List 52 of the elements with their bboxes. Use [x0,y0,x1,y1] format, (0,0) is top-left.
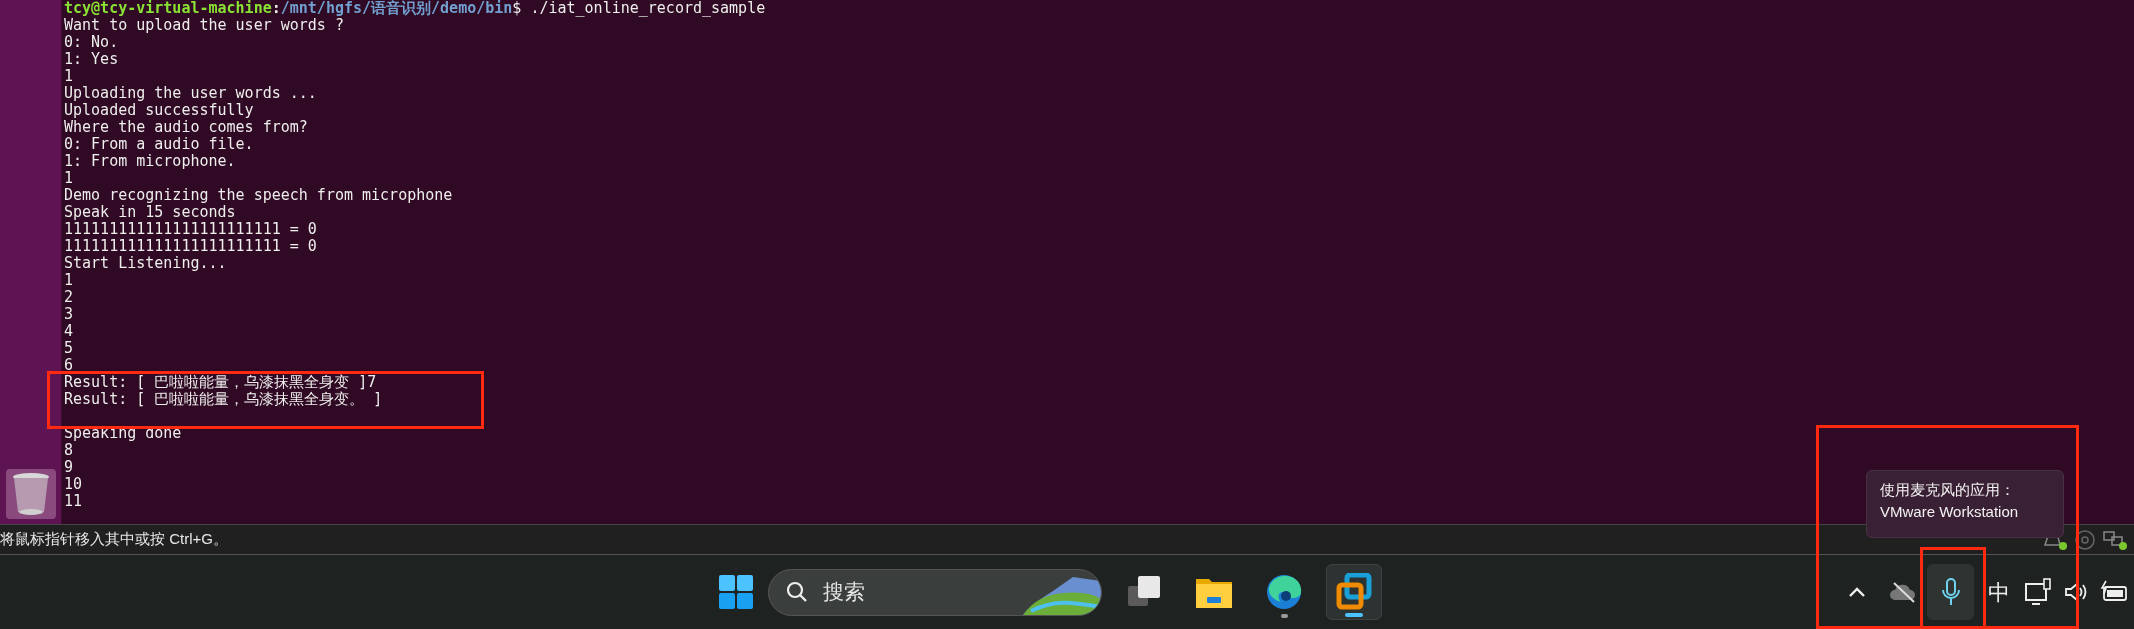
tooltip-text: VMware Workstation [1880,502,2019,522]
terminal-line: Demo recognizing the speech from microphone [64,187,453,204]
terminal-line: 0: No. [64,34,119,51]
input-method-indicator[interactable]: 中 [1984,575,2014,609]
terminal-line: 1 [64,272,74,289]
prompt-separator: : [271,0,281,17]
terminal-line: 3 [64,306,74,323]
browser-swirl-icon [1266,574,1302,610]
search-icon [785,580,809,604]
prompt-command: $ ./iat_online_record_sample [512,0,766,17]
terminal-line: 111111111111111111111111 = 0 [64,238,317,255]
terminal-line: 4 [64,323,74,340]
status-hint: 将鼠标指针移入其中或按 Ctrl+G。 [0,529,228,550]
disc-icon[interactable] [2074,528,2096,551]
battery-charging-icon[interactable] [2100,580,2130,604]
terminal-line: 111111111111111111111111 = 0 [64,221,317,238]
network-monitor-icon[interactable] [2024,578,2054,606]
terminal-line: Result: [ 巴啦啦能量，乌漆抹黑全身变 ]7 [64,374,377,391]
terminal-line: 6 [64,357,74,374]
terminal-line: Start Listening... [64,255,227,272]
terminal-line: Uploaded successfully [64,102,254,119]
terminal-line: 9 [64,459,74,476]
prompt-path: /mnt/hgfs/语音识别/demo/bin [280,0,513,17]
terminal-line: Speak in 15 seconds [64,204,236,221]
search-input[interactable]: 搜索 [823,576,973,608]
tooltip-text: 使用麦克风的应用： [1880,480,2015,500]
terminal-line: 10 [64,476,83,493]
terminal-line: 1 [64,68,74,85]
microphone-icon [1940,577,1961,607]
terminal-line: 8 [64,442,74,459]
terminal-line: 1: From microphone. [64,153,236,170]
cloud-slashed-icon[interactable] [1889,580,1917,604]
terminal-line: 5 [64,340,74,357]
network-adapter-icon[interactable] [2102,528,2128,551]
microphone-button[interactable] [1927,564,1974,620]
overlapping-squares-icon [1335,573,1373,611]
terminal-line: 0: From a audio file. [64,136,254,153]
windows-start-icon[interactable] [718,574,754,610]
terminal-line: 2 [64,289,74,306]
terminal-line: Result: [ 巴啦啦能量，乌漆抹黑全身变。 ] [64,391,383,408]
terminal-line: Uploading the user words ... [64,85,317,102]
trash-can-icon[interactable] [4,468,57,520]
terminal-line: Where the audio comes from? [64,119,308,136]
chevron-up-icon[interactable] [1847,585,1867,599]
running-indicator [1280,614,1288,618]
terminal-line: Want to upload the user words ? [64,17,344,34]
prompt-user-host: tcy@tcy-virtual-machine [64,0,272,17]
running-indicator [1345,613,1363,617]
terminal-line: 11 [64,493,83,510]
search-bar[interactable]: 搜索 [768,568,1102,616]
terminal-line: 1: Yes [64,51,119,68]
terminal-line: 1 [64,170,74,187]
